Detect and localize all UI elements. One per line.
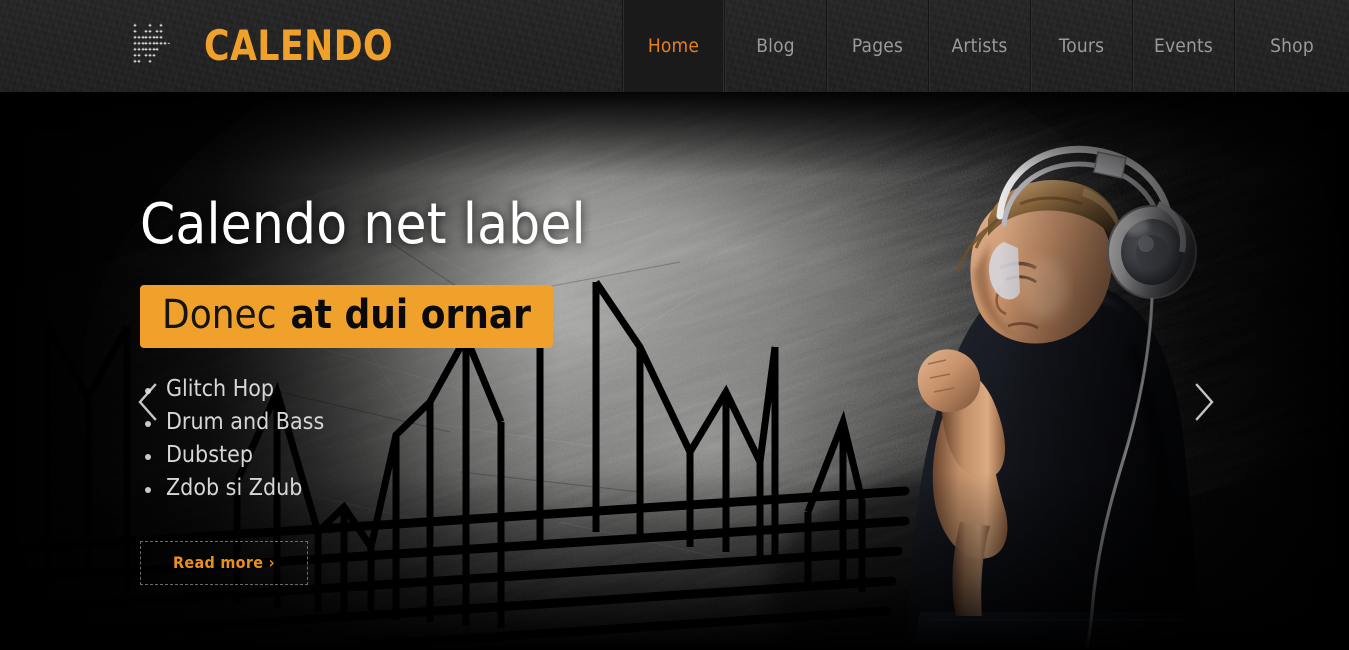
list-item: Glitch Hop xyxy=(140,373,660,406)
hero-slider: Calendo net label Donec at dui ornar Glit… xyxy=(0,92,1349,650)
list-item: Dubstep xyxy=(140,439,660,472)
slider-next-button[interactable] xyxy=(1186,379,1220,425)
main-navigation: Home Blog Pages Artists Tours Events Sho… xyxy=(622,0,1349,92)
hero-banner-light-text: Donec xyxy=(162,292,277,338)
dot-matrix-logo-icon xyxy=(133,23,170,63)
hero-content: Calendo net label Donec at dui ornar Glit… xyxy=(140,197,660,585)
brand-logo[interactable]: CALENDO xyxy=(0,0,409,92)
nav-item-tours[interactable]: Tours xyxy=(1030,0,1132,92)
nav-item-pages[interactable]: Pages xyxy=(826,0,928,92)
nav-item-shop[interactable]: Shop xyxy=(1234,0,1349,92)
chevron-right-icon xyxy=(1195,383,1214,421)
hero-title: Calendo net label xyxy=(140,192,586,257)
slider-prev-button[interactable] xyxy=(131,379,165,425)
site-header: CALENDO Home Blog Pages Artists Tours Ev… xyxy=(0,0,1349,92)
nav-item-home[interactable]: Home xyxy=(622,0,724,92)
read-more-button[interactable]: Read more › xyxy=(140,541,308,585)
list-item: Zdob si Zdub xyxy=(140,472,660,505)
chevron-left-icon xyxy=(138,383,157,421)
hero-genre-list: Glitch Hop Drum and Bass Dubstep Zdob si… xyxy=(140,373,660,505)
list-item: Drum and Bass xyxy=(140,406,660,439)
nav-item-events[interactable]: Events xyxy=(1132,0,1234,92)
nav-item-artists[interactable]: Artists xyxy=(928,0,1030,92)
brand-name: CALENDO xyxy=(204,21,394,70)
page-root: CALENDO Home Blog Pages Artists Tours Ev… xyxy=(0,0,1349,650)
nav-item-blog[interactable]: Blog xyxy=(724,0,826,92)
hero-banner-bold-text: at dui ornar xyxy=(290,292,531,338)
hero-banner: Donec at dui ornar xyxy=(140,285,553,348)
